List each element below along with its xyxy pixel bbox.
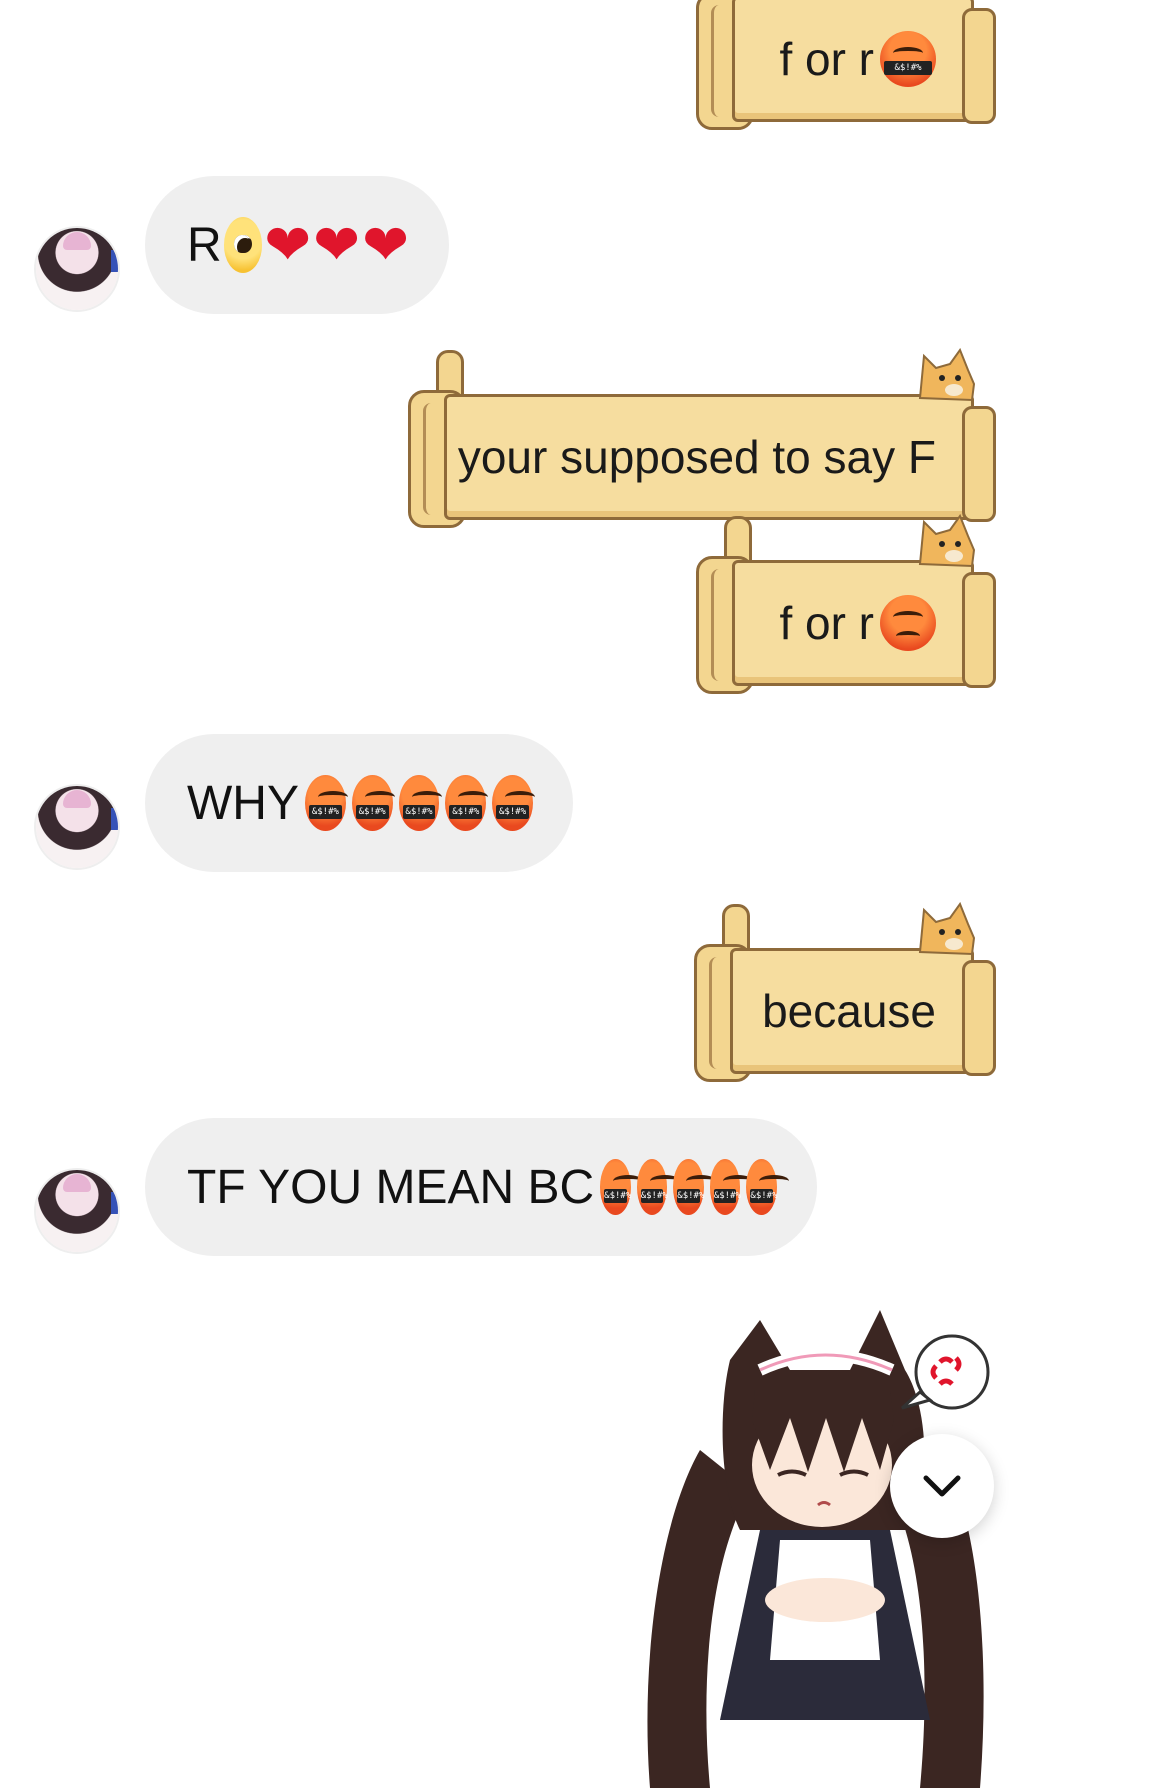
outgoing-sticker-bubble[interactable]: f or r [696, 0, 996, 130]
cursing-face-icon [351, 775, 395, 831]
cursing-face-icon [600, 1159, 643, 1215]
cursing-face-icon [880, 31, 936, 87]
scroll-roll-right [962, 572, 996, 688]
heart-icon: ❤ [362, 212, 409, 278]
outgoing-sticker-bubble[interactable]: f or r [696, 514, 996, 694]
outgoing-sticker-bubble[interactable]: because [694, 902, 996, 1082]
scroll-roll-right [962, 406, 996, 522]
message-text: f or r [766, 560, 946, 686]
message-text: your supposed to say F [457, 431, 936, 483]
avatar[interactable] [36, 786, 118, 868]
message-text: f or r [766, 0, 946, 122]
message-text: WHY [187, 776, 299, 830]
cursing-face-icon [445, 775, 489, 831]
scroll-roll-right [962, 8, 996, 124]
message-text: TF YOU MEAN BC [187, 1160, 595, 1214]
cursing-face-icon [304, 775, 348, 831]
message-text: R [187, 218, 222, 272]
pleading-face-icon [223, 217, 263, 273]
incoming-message-bubble[interactable]: WHY [145, 734, 573, 872]
heart-icon: ❤ [313, 212, 361, 278]
cursing-face-icon [746, 1159, 789, 1215]
cursing-face-icon [636, 1159, 680, 1215]
heart-icon: ❤ [264, 212, 312, 278]
cursing-face-icon [709, 1159, 753, 1215]
incoming-message-bubble[interactable]: R ❤ ❤ ❤ [145, 176, 449, 314]
chevron-down-icon [923, 1475, 961, 1497]
cursing-face-icon [398, 775, 442, 831]
scroll-roll-right [962, 960, 996, 1076]
incoming-message-bubble[interactable]: TF YOU MEAN BC [145, 1118, 817, 1256]
angry-catgirl-sticker[interactable] [640, 1300, 1000, 1788]
cursing-face-icon [673, 1159, 716, 1215]
outgoing-sticker-bubble[interactable]: your supposed to say F [408, 348, 996, 528]
scroll-to-bottom-button[interactable] [890, 1434, 994, 1538]
avatar[interactable] [36, 228, 118, 310]
angry-face-icon [880, 595, 936, 651]
cursing-face-icon [492, 775, 535, 831]
avatar[interactable] [36, 1170, 118, 1252]
message-text: because [762, 985, 936, 1037]
